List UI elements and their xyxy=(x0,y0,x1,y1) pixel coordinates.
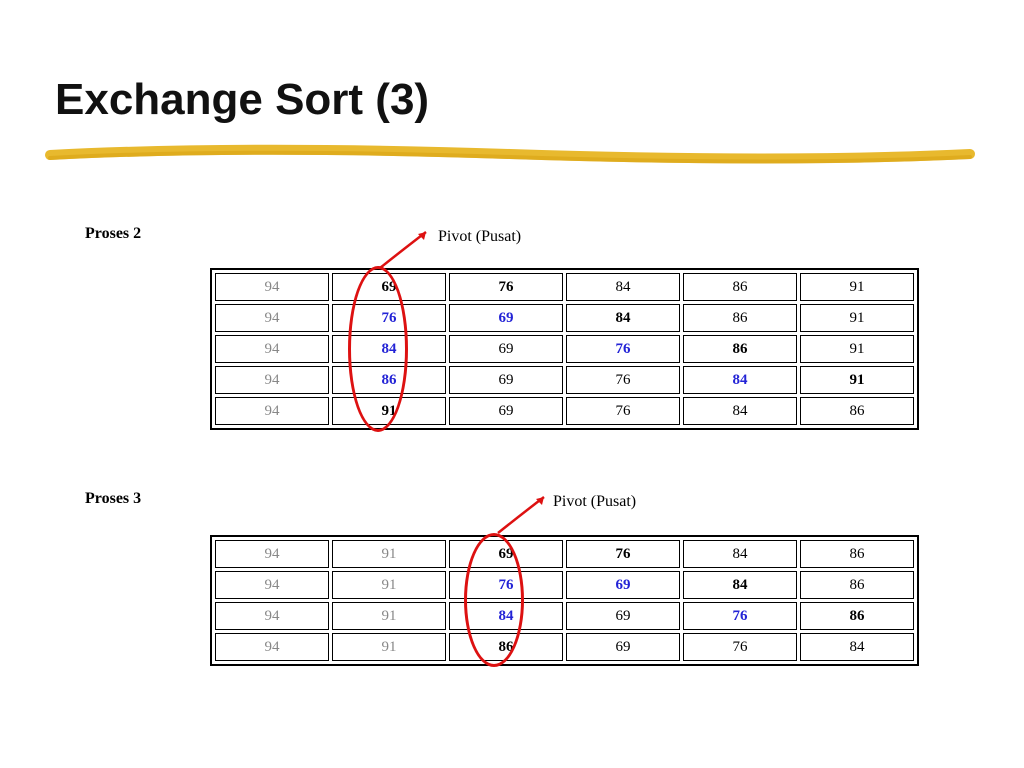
table-cell: 94 xyxy=(215,571,329,599)
process2-pivot-label: Pivot (Pusat) xyxy=(438,228,521,246)
title-underline-brush xyxy=(40,140,980,170)
table-cell: 86 xyxy=(683,335,797,363)
table-cell: 69 xyxy=(566,602,680,630)
table-row: 949169768486 xyxy=(215,540,914,568)
table-cell: 94 xyxy=(215,273,329,301)
table-cell: 84 xyxy=(332,335,446,363)
table-cell: 84 xyxy=(449,602,563,630)
table-cell: 84 xyxy=(683,366,797,394)
table-cell: 91 xyxy=(800,304,914,332)
table-cell: 86 xyxy=(683,273,797,301)
process3-label: Proses 3 xyxy=(85,490,141,508)
table-cell: 94 xyxy=(215,304,329,332)
table-cell: 69 xyxy=(449,540,563,568)
table-row: 949176698486 xyxy=(215,571,914,599)
table-row: 949186697684 xyxy=(215,633,914,661)
table-cell: 84 xyxy=(566,273,680,301)
table-cell: 84 xyxy=(683,397,797,425)
table-cell: 76 xyxy=(449,273,563,301)
table-cell: 76 xyxy=(566,397,680,425)
table-row: 949184697686 xyxy=(215,602,914,630)
table-cell: 91 xyxy=(332,397,446,425)
table-cell: 69 xyxy=(449,304,563,332)
table-cell: 94 xyxy=(215,397,329,425)
process3-pivot-label: Pivot (Pusat) xyxy=(553,493,636,511)
table-cell: 94 xyxy=(215,540,329,568)
process2-label: Proses 2 xyxy=(85,225,141,243)
table-cell: 86 xyxy=(449,633,563,661)
table-cell: 69 xyxy=(449,335,563,363)
table-cell: 69 xyxy=(566,571,680,599)
table-cell: 91 xyxy=(800,366,914,394)
table-cell: 86 xyxy=(332,366,446,394)
table-cell: 94 xyxy=(215,335,329,363)
table-cell: 69 xyxy=(566,633,680,661)
table-cell: 94 xyxy=(215,633,329,661)
table-cell: 76 xyxy=(683,602,797,630)
table-cell: 84 xyxy=(683,540,797,568)
table-cell: 76 xyxy=(449,571,563,599)
table-cell: 76 xyxy=(566,335,680,363)
table-cell: 86 xyxy=(800,540,914,568)
table-cell: 91 xyxy=(800,335,914,363)
table-cell: 91 xyxy=(332,602,446,630)
table-row: 948469768691 xyxy=(215,335,914,363)
slide-title: Exchange Sort (3) xyxy=(55,75,429,125)
table-cell: 69 xyxy=(449,397,563,425)
table-cell: 69 xyxy=(449,366,563,394)
table-cell: 76 xyxy=(566,366,680,394)
table-cell: 91 xyxy=(332,571,446,599)
table-cell: 84 xyxy=(683,571,797,599)
table-row: 946976848691 xyxy=(215,273,914,301)
table-cell: 94 xyxy=(215,602,329,630)
table-row: 948669768491 xyxy=(215,366,914,394)
table-cell: 86 xyxy=(800,602,914,630)
table-cell: 86 xyxy=(800,571,914,599)
table-cell: 76 xyxy=(683,633,797,661)
table-row: 949169768486 xyxy=(215,397,914,425)
table-cell: 84 xyxy=(566,304,680,332)
process2-table: 9469768486919476698486919484697686919486… xyxy=(210,268,919,430)
table-cell: 86 xyxy=(683,304,797,332)
table-cell: 76 xyxy=(332,304,446,332)
table-cell: 76 xyxy=(566,540,680,568)
table-row: 947669848691 xyxy=(215,304,914,332)
table-cell: 86 xyxy=(800,397,914,425)
process3-table: 9491697684869491766984869491846976869491… xyxy=(210,535,919,666)
table-cell: 91 xyxy=(800,273,914,301)
table-cell: 94 xyxy=(215,366,329,394)
table-cell: 91 xyxy=(332,540,446,568)
table-cell: 91 xyxy=(332,633,446,661)
table-cell: 69 xyxy=(332,273,446,301)
table-cell: 84 xyxy=(800,633,914,661)
